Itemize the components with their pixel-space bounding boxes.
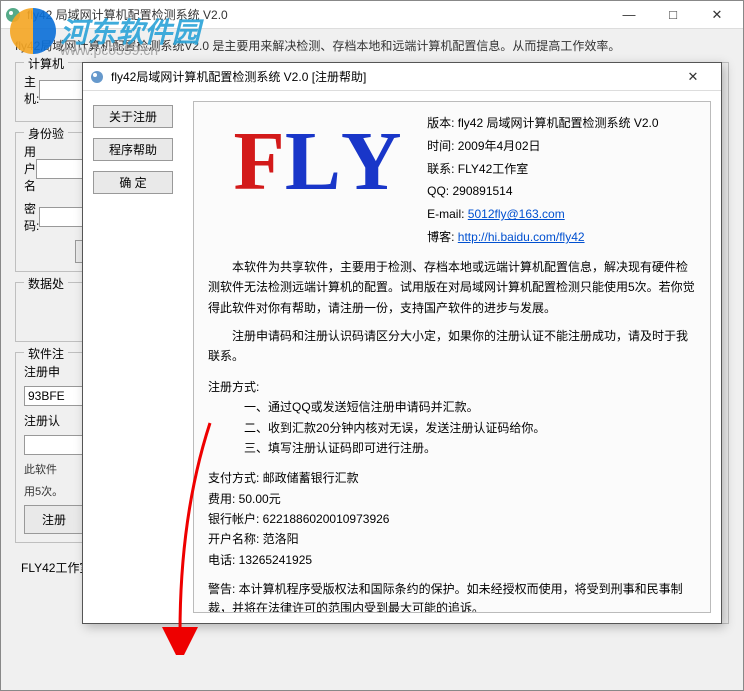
watermark: 河东软件园	[10, 8, 200, 54]
dialog-title: fly42局域网计算机配置检测系统 V2.0 [注册帮助]	[111, 68, 671, 85]
pay-method: 支付方式: 邮政储蓄银行汇款	[208, 468, 696, 488]
reg-step3: 三、填写注册认证码即可进行注册。	[208, 438, 696, 458]
desc2: 注册申请码和注册认识码请区分大小定，如果你的注册认证不能注册成功，请及时于我联系…	[208, 326, 696, 367]
reg-apply-label: 注册申	[24, 363, 68, 380]
dialog-content: FLY 版本: fly42 局域网计算机配置检测系统 V2.0 时间: 2009…	[193, 101, 711, 613]
about-register-button[interactable]: 关于注册	[93, 105, 173, 128]
phone: 电话: 13265241925	[208, 550, 696, 570]
user-label: 用户名	[24, 143, 36, 194]
info-block: 版本: fly42 局域网计算机配置检测系统 V2.0 时间: 2009年4月0…	[427, 112, 696, 249]
email-label: E-mail:	[427, 207, 464, 221]
blog-label: 博客:	[427, 230, 454, 244]
minimize-button[interactable]: —	[607, 2, 651, 28]
qq-value: 290891514	[452, 184, 512, 198]
data-legend: 数据处	[24, 275, 68, 292]
program-help-button[interactable]: 程序帮助	[93, 138, 173, 161]
maximize-button[interactable]: □	[651, 2, 695, 28]
reg-step2: 二、收到汇款20分钟内核对无误，发送注册认证码给你。	[208, 418, 696, 438]
reg-step1: 一、通过QQ或发送短信注册申请码并汇款。	[208, 397, 696, 417]
reg-method-title: 注册方式:	[208, 377, 696, 397]
fee: 费用: 50.00元	[208, 489, 696, 509]
blog-link[interactable]: http://hi.baidu.com/fly42	[458, 230, 585, 244]
dialog-ok-button[interactable]: 确 定	[93, 171, 173, 194]
pass-label: 密码:	[24, 200, 39, 234]
host-label: 主机:	[24, 73, 39, 107]
version-label: 版本:	[427, 116, 454, 130]
identity-legend: 身份验	[24, 125, 68, 142]
register-button[interactable]: 注册	[24, 505, 84, 534]
dialog-titlebar: fly42局域网计算机配置检测系统 V2.0 [注册帮助] ✕	[83, 63, 721, 91]
register-help-dialog: fly42局域网计算机配置检测系统 V2.0 [注册帮助] ✕ 关于注册 程序帮…	[82, 62, 722, 624]
desc1: 本软件为共享软件，主要用于检测、存档本地或远端计算机配置信息，解决现有硬件检测软…	[208, 257, 696, 318]
contact-label: 联系:	[427, 162, 454, 176]
watermark-text: 河东软件园	[60, 11, 200, 51]
version-value: fly42 局域网计算机配置检测系统 V2.0	[458, 116, 659, 130]
fly-logo: FLY	[208, 112, 427, 212]
dialog-close-button[interactable]: ✕	[671, 64, 715, 90]
reg-auth-label: 注册认	[24, 412, 68, 429]
warning: 警告: 本计算机程序受版权法和国际条约的保护。如未经授权而使用，将受到刑事和民事…	[208, 580, 696, 613]
date-value: 2009年4月02日	[458, 139, 541, 153]
contact-value: FLY42工作室	[458, 162, 528, 176]
close-button[interactable]: ✕	[695, 2, 739, 28]
date-label: 时间:	[427, 139, 454, 153]
email-link[interactable]: 5012fly@163.com	[468, 207, 565, 221]
dialog-icon	[89, 69, 105, 85]
qq-label: QQ:	[427, 184, 449, 198]
register-legend: 软件注	[24, 345, 68, 362]
bank-acct: 银行帐户: 6221886020010973926	[208, 509, 696, 529]
watermark-logo-icon	[10, 8, 56, 54]
acct-name: 开户名称: 范洛阳	[208, 529, 696, 549]
